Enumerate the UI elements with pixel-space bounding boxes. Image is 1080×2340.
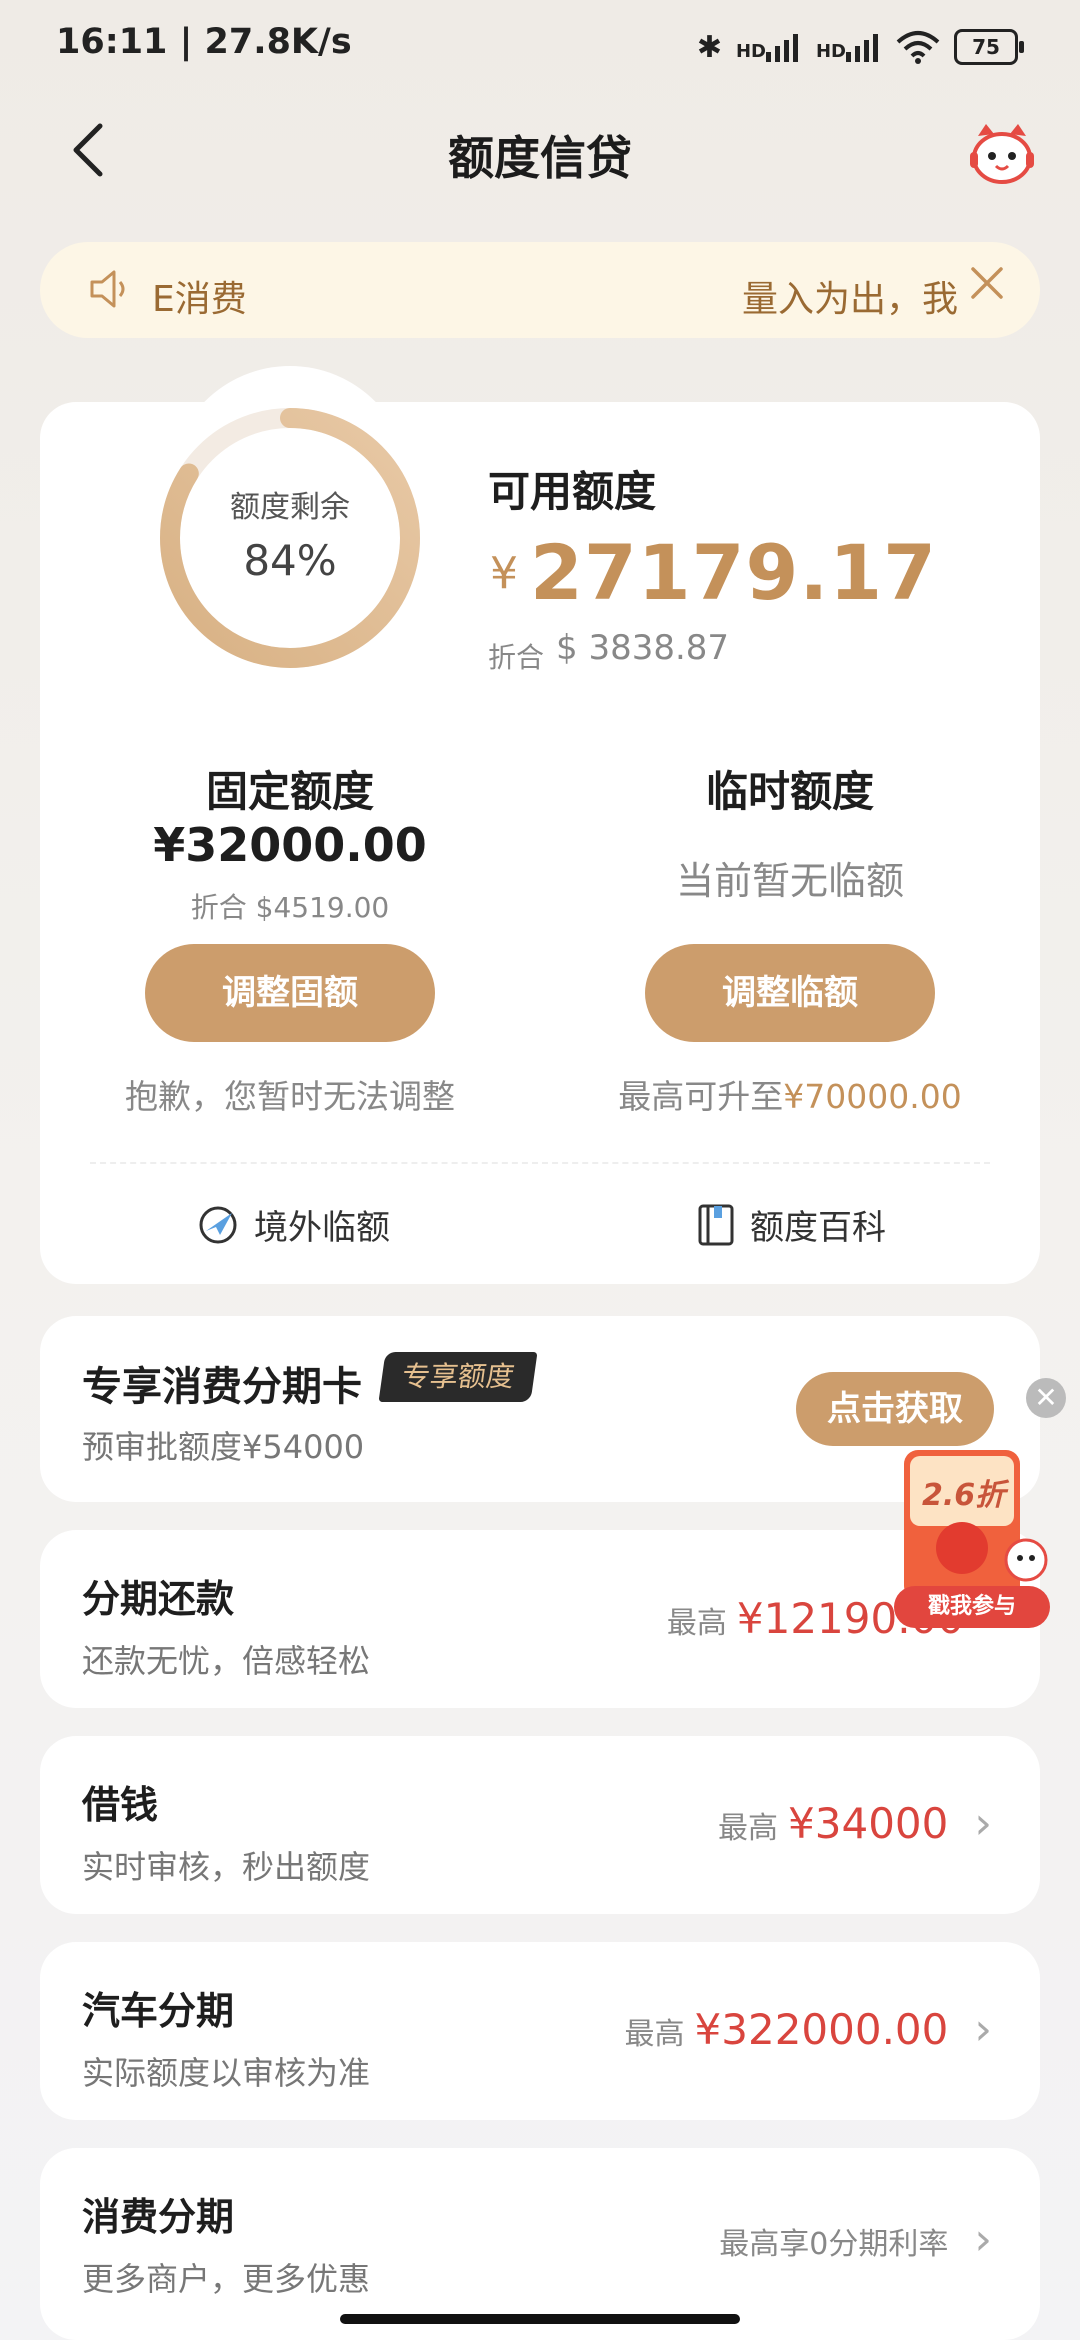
signal-bars-icon <box>765 34 798 62</box>
ring-percent: 84% <box>243 536 337 585</box>
row-amount-group: 最高 ¥322000.00 › <box>625 2004 992 2055</box>
row-prefix: 最高 <box>718 1811 779 1846</box>
chevron-right-icon: › <box>974 2004 992 2055</box>
row-title: 借钱 <box>82 1783 159 1827</box>
speaker-icon <box>88 268 132 314</box>
book-icon <box>698 1204 734 1245</box>
row-title: 分期还款 <box>82 1577 235 1621</box>
divider <box>90 1162 990 1164</box>
close-icon <box>971 267 1003 299</box>
fixed-quota-convert: 折合 $4519.00 <box>190 891 390 924</box>
row-amount-group: 最高享0分期利率 › <box>719 2214 992 2265</box>
signal-icon-1: HD <box>736 32 802 62</box>
row-amount-group: 最高 ¥34000 › <box>718 1798 992 1849</box>
temp-note-value: ¥70000.00 <box>783 1077 962 1116</box>
quota-wiki-link[interactable]: 额度百科 <box>696 1200 886 1249</box>
ring-label: 额度剩余 <box>230 490 350 525</box>
join-now-button[interactable]: 戳我参与 <box>894 1586 1050 1628</box>
row-subtitle: 还款无忧，倍感轻松 <box>82 1642 371 1680</box>
notice-close-button[interactable] <box>962 262 1012 312</box>
row-prefix: 最高 <box>666 1606 727 1641</box>
discount-label: 2.6折 <box>922 1478 1006 1513</box>
convert-value: $ 3838.87 <box>556 628 730 668</box>
temporary-quota-title: 临时额度 <box>705 767 874 816</box>
temp-note-prefix: 最高可升至 <box>618 1077 784 1116</box>
wifi-icon <box>896 31 940 64</box>
promo-badge: 专享额度 <box>378 1352 538 1402</box>
status-time: 16:11 | 27.8K/s <box>56 22 352 62</box>
customer-service-mascot-icon[interactable] <box>966 122 1038 186</box>
row-amount: ¥322000.00 <box>694 2005 949 2054</box>
promo-subtitle: 预审批额度¥54000 <box>82 1428 365 1466</box>
available-quota-title: 可用额度 <box>488 467 657 516</box>
battery-icon: 75 <box>954 29 1024 65</box>
fixed-quota-value: ¥32000.00 <box>153 818 427 872</box>
available-quota-value: 27179.17 <box>530 528 938 617</box>
notice-text: E消费 <box>152 279 247 320</box>
row-subtitle: 实时审核，秒出额度 <box>82 1848 371 1886</box>
chevron-right-icon: › <box>974 2214 992 2265</box>
adjust-fixed-button[interactable]: 调整固额 <box>145 944 435 1042</box>
notice-text-scrolling: 量入为出，我 <box>742 279 959 320</box>
signal-bars-icon <box>846 34 878 62</box>
currency-symbol: ¥ <box>490 548 518 599</box>
bluetooth-icon: ✱ <box>696 29 722 65</box>
page-title: 额度信贷 <box>448 131 632 185</box>
status-bar: 16:11 | 27.8K/s ✱ HD HD 75 <box>0 0 1080 100</box>
temporary-quota-note: 最高可升至¥70000.00 <box>590 1070 990 1118</box>
network-label-1: HD <box>735 41 766 62</box>
row-title: 消费分期 <box>82 2195 235 2239</box>
quota-wiki-label: 额度百科 <box>750 1208 886 1248</box>
overseas-quota-label: 境外临额 <box>254 1208 390 1248</box>
network-label-2: HD <box>815 41 846 62</box>
promo-title: 专享消费分期卡 <box>82 1364 362 1410</box>
row-subtitle: 实际额度以审核为准 <box>82 2054 371 2092</box>
temporary-quota-status: 当前暂无临额 <box>675 859 904 903</box>
home-indicator <box>340 2314 740 2324</box>
adjust-temporary-button[interactable]: 调整临额 <box>645 944 935 1042</box>
overseas-plane-icon <box>199 1206 237 1243</box>
fixed-quota-title: 固定额度 <box>205 767 374 816</box>
fixed-quota-note: 抱歉，您暂时无法调整 <box>125 1077 455 1116</box>
row-title: 汽车分期 <box>82 1989 235 2033</box>
status-icons: ✱ HD HD 75 <box>696 22 1024 72</box>
overseas-quota-link[interactable]: 境外临额 <box>196 1200 390 1249</box>
row-subtitle: 更多商户，更多优惠 <box>82 2260 371 2298</box>
convert-label: 折合 <box>488 641 545 674</box>
row-prefix: 最高 <box>624 2017 685 2052</box>
chevron-right-icon: › <box>974 1798 992 1849</box>
row-amount: ¥34000 <box>788 1799 949 1848</box>
mascot-face-icon <box>970 124 1034 184</box>
row-prefix: 最高享0分期利率 <box>719 2227 949 2262</box>
signal-icon-2: HD <box>816 32 882 62</box>
floating-ad-close-button[interactable]: ✕ <box>1026 1378 1066 1418</box>
